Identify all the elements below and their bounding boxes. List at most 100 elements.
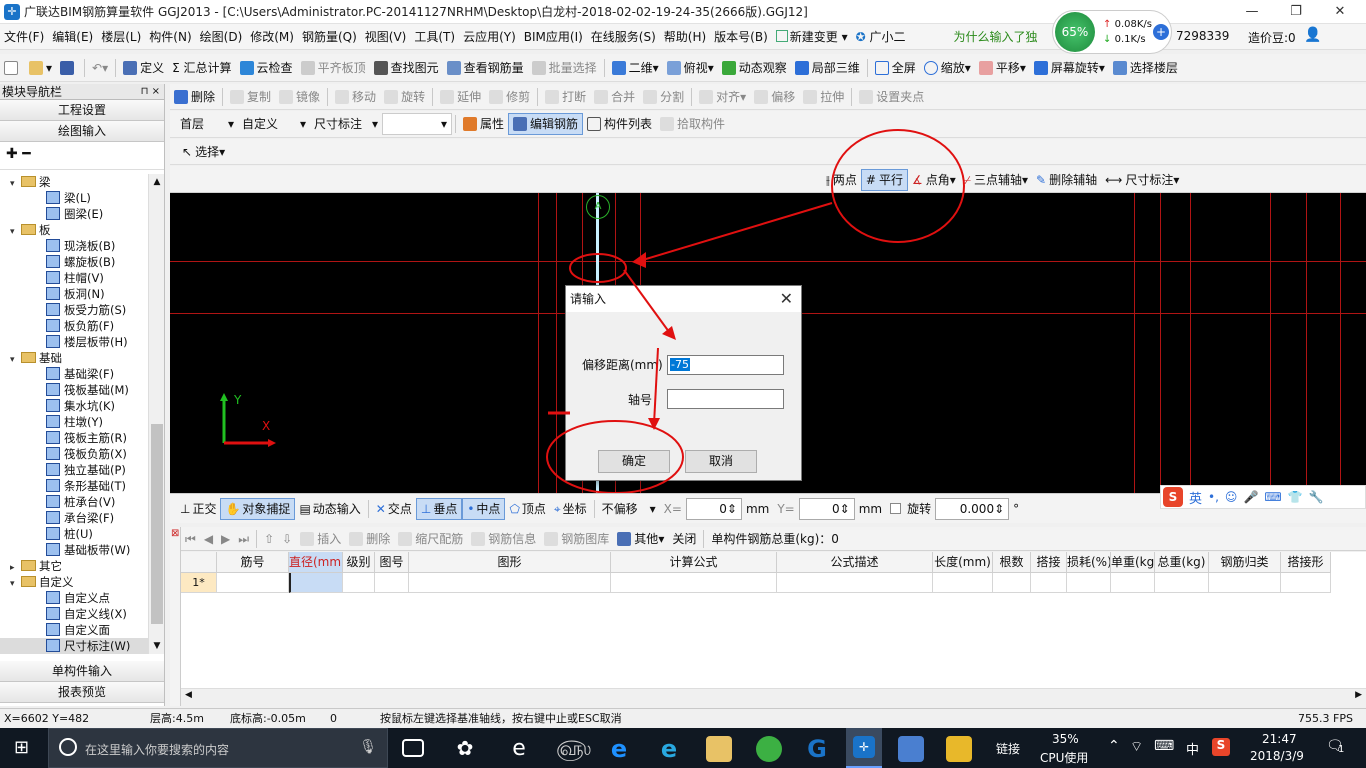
report-preview-button[interactable]: 报表预览 [0, 682, 164, 703]
tree-item[interactable]: 筏板基础(M) [0, 382, 148, 398]
delete-axis-button[interactable]: ✎ 删除辅轴 [1032, 169, 1101, 191]
tree-folder[interactable]: ▾ 基础 [0, 350, 148, 366]
new-file-button[interactable] [0, 57, 25, 79]
close-grid-button[interactable]: 关闭 [668, 528, 700, 550]
collapse-all-icon[interactable]: ━ [22, 146, 30, 162]
grid-close-icon[interactable]: ⊠ [171, 528, 179, 539]
edit-rebar-button[interactable]: 编辑钢筋 [508, 113, 584, 135]
batch-select-button[interactable]: 批量选择 [528, 57, 601, 79]
menu-online[interactable]: 在线服务(S) [587, 24, 660, 50]
column-header[interactable]: 搭接 [1031, 552, 1067, 573]
menu-rebar-qty[interactable]: 钢筋量(Q) [298, 24, 361, 50]
next-record-icon[interactable]: ▶ [217, 528, 234, 550]
sogou-icon[interactable]: S [1163, 487, 1183, 507]
clock-time[interactable]: 21:47 [1262, 732, 1297, 746]
grid-cell[interactable] [1281, 573, 1331, 593]
fullscreen-button[interactable]: 全屏 [871, 57, 920, 79]
component-name-select[interactable]: ▾ [382, 113, 452, 135]
mirror-button[interactable]: 镜像 [275, 86, 324, 108]
undo-button[interactable]: ↶ ▾ [88, 57, 112, 79]
last-record-icon[interactable]: ⏭ [234, 528, 253, 550]
menu-file[interactable]: 文件(F) [0, 24, 48, 50]
find-element-button[interactable]: 查找图元 [370, 57, 443, 79]
browser-360-icon[interactable] [756, 736, 782, 762]
select-button[interactable]: ↖ 选择 ▾ [178, 141, 229, 163]
tree-item[interactable]: 板洞(N) [0, 286, 148, 302]
move-down-icon[interactable]: ⇩ [278, 528, 296, 550]
minimize-button[interactable]: — [1230, 0, 1274, 24]
local-3d-button[interactable]: 局部三维 [791, 57, 864, 79]
menu-edit[interactable]: 编辑(E) [48, 24, 97, 50]
offset-distance-input[interactable]: -75 [667, 355, 784, 375]
component-list-button[interactable]: 构件列表 [583, 113, 656, 135]
project-settings-button[interactable]: 工程设置 [0, 100, 164, 121]
grid-cell[interactable] [217, 573, 289, 593]
keyboard-tray-icon[interactable]: ⌨ [1154, 738, 1174, 754]
grid-cell[interactable] [1209, 573, 1281, 593]
tools-icon[interactable]: 🔧 [1309, 490, 1324, 504]
pinwheel-icon[interactable]: ✿ [452, 736, 478, 762]
column-header[interactable]: 级别 [343, 552, 375, 573]
two-point-axis-button[interactable]: ⫲ 两点 [822, 169, 861, 191]
task-view-icon[interactable] [402, 739, 424, 757]
column-header[interactable]: 图形 [409, 552, 611, 573]
tree-item[interactable]: 螺旋板(B) [0, 254, 148, 270]
ime-tray[interactable]: 中 [1186, 739, 1199, 758]
dim-annotation-button[interactable]: ⟷ 尺寸标注 ▾ [1101, 169, 1183, 191]
column-header[interactable]: 单重(kg) [1111, 552, 1155, 573]
tree-folder[interactable]: ▾ 板 [0, 222, 148, 238]
menu-version[interactable]: 版本号(B) [710, 24, 772, 50]
menu-tools[interactable]: 工具(T) [410, 24, 459, 50]
menu-assistant[interactable]: ✪ 广小二 [852, 24, 910, 50]
rotate-screen-button[interactable]: 屏幕旋转 ▾ [1030, 57, 1109, 79]
rebar-library-button[interactable]: 钢筋图库 [540, 528, 613, 550]
tree-scrollbar[interactable]: ▲ ▼ [148, 174, 164, 654]
column-header[interactable]: 计算公式 [611, 552, 777, 573]
column-header[interactable]: 筋号 [217, 552, 289, 573]
tree-item[interactable]: 独立基础(P) [0, 462, 148, 478]
align-button[interactable]: 对齐 ▾ [695, 86, 750, 108]
skin-icon[interactable]: 👕 [1288, 490, 1303, 504]
tree-item[interactable]: 基础板带(W) [0, 542, 148, 558]
rotate-button[interactable]: 旋转 [380, 86, 429, 108]
grid-cell[interactable] [409, 573, 611, 593]
tree-item[interactable]: 柱帽(V) [0, 270, 148, 286]
coordinate-snap-button[interactable]: ⌖ 坐标 [550, 498, 591, 520]
maximize-button[interactable]: ❐ [1274, 0, 1318, 24]
define-button[interactable]: 定义 [119, 57, 168, 79]
vertex-snap-button[interactable]: ⬠ 顶点 [505, 498, 549, 520]
scale-rebar-button[interactable]: 缩尺配筋 [394, 528, 467, 550]
select-floor-button[interactable]: 选择楼层 [1109, 57, 1182, 79]
grid-hscrollbar[interactable]: ◀ ▶ [181, 688, 1366, 706]
file-explorer-icon[interactable] [706, 736, 732, 762]
prev-record-icon[interactable]: ◀ [200, 528, 217, 550]
offset-mode-select[interactable]: 不偏移 ▾ [598, 498, 660, 520]
column-header[interactable]: 公式描述 [777, 552, 933, 573]
pan-button[interactable]: 平移 ▾ [975, 57, 1030, 79]
expand-all-icon[interactable]: ✚ [6, 146, 18, 162]
ok-button[interactable]: 确定 [598, 450, 670, 473]
component-type-select[interactable]: 自定义 ▾ [238, 113, 310, 135]
column-header[interactable]: 损耗(%) [1067, 552, 1111, 573]
scroll-right-icon[interactable]: ▶ [1355, 690, 1362, 700]
banner-text[interactable]: 为什么输入了独 [950, 24, 1042, 50]
column-header[interactable]: 图号 [375, 552, 409, 573]
tree-item[interactable]: 桩(U) [0, 526, 148, 542]
dynamic-input-button[interactable]: ▤ 动态输入 [295, 498, 364, 520]
tree-item[interactable]: 板负筋(F) [0, 318, 148, 334]
menu-bim[interactable]: BIM应用(I) [520, 24, 587, 50]
single-component-input-button[interactable]: 单构件输入 [0, 661, 164, 682]
rebar-info-button[interactable]: 钢筋信息 [467, 528, 540, 550]
tree-folder[interactable]: ▾ 梁 [0, 174, 148, 190]
break-button[interactable]: 打断 [541, 86, 590, 108]
grid-cell[interactable] [611, 573, 777, 593]
screenshot-app-icon[interactable] [898, 736, 924, 762]
tray-expand-icon[interactable]: ⌃ [1108, 738, 1120, 754]
column-header[interactable]: 搭接形 [1281, 552, 1331, 573]
tree-item[interactable]: 筏板主筋(R) [0, 430, 148, 446]
tree-item[interactable]: 筏板负筋(X) [0, 446, 148, 462]
stretch-button[interactable]: 拉伸 [799, 86, 848, 108]
menu-floor[interactable]: 楼层(L) [97, 24, 145, 50]
set-grip-button[interactable]: 设置夹点 [855, 86, 928, 108]
grid-cell[interactable] [1031, 573, 1067, 593]
